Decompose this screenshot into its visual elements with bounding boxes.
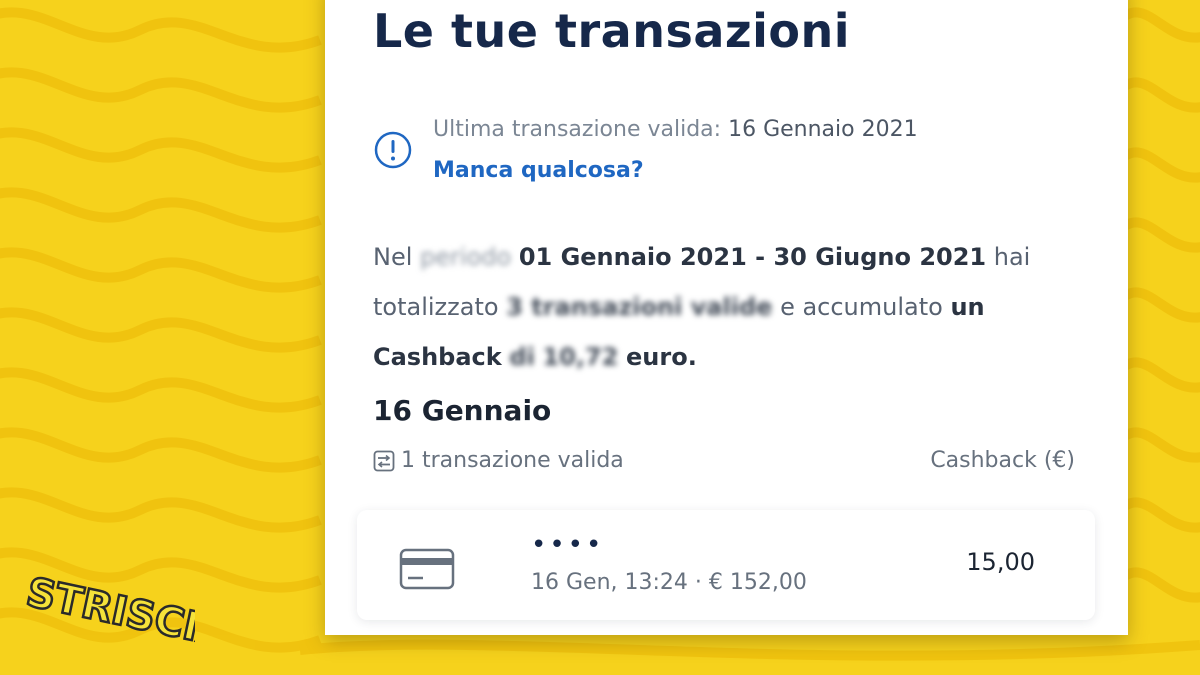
summary-blurred-word: periodo <box>420 243 512 271</box>
day-summary-row: 1 transazione valida Cashback (€) <box>373 446 1075 478</box>
last-valid-transaction: Ultima transazione valida: 16 Gennaio 20… <box>433 117 918 142</box>
transactions-list-icon <box>373 450 395 472</box>
credit-card-icon <box>399 548 455 590</box>
transactions-panel: Le tue transazioni Ultima transazione va… <box>325 0 1128 635</box>
day-header: 16 Gennaio <box>373 394 552 427</box>
cashback-summary: Nel periodo 01 Gennaio 2021 - 30 Giugno … <box>373 232 1073 382</box>
masked-card-number: •••• <box>531 530 605 560</box>
summary-cashback-amount: 10,72 <box>542 343 619 371</box>
valid-transaction-count: 1 transazione valida <box>401 448 624 473</box>
summary-text-1: Nel <box>373 243 413 271</box>
last-transaction-label: Ultima transazione valida: <box>433 117 729 142</box>
cashback-column-label: Cashback (€) <box>930 448 1075 473</box>
exclamation-circle-icon <box>374 131 412 169</box>
striscia-logo: STRISCIA <box>21 568 195 658</box>
summary-period: 01 Gennaio 2021 - 30 Giugno 2021 <box>518 243 987 271</box>
logo-text: STRISCIA <box>22 569 195 657</box>
last-transaction-date: 16 Gennaio 2021 <box>728 117 918 142</box>
transaction-cashback: 15,00 <box>966 548 1035 576</box>
summary-amount-suffix: euro. <box>626 343 697 371</box>
transaction-item[interactable]: •••• 16 Gen, 13:24 · € 152,00 15,00 <box>357 510 1095 620</box>
summary-text-5: di <box>509 343 535 371</box>
page-title: Le tue transazioni <box>373 4 851 58</box>
transaction-detail: 16 Gen, 13:24 · € 152,00 <box>531 570 807 595</box>
missing-something-link[interactable]: Manca qualcosa? <box>433 158 644 183</box>
summary-text-3: e accumulato <box>780 293 943 321</box>
summary-transaction-count: 3 transazioni valide <box>506 293 773 321</box>
